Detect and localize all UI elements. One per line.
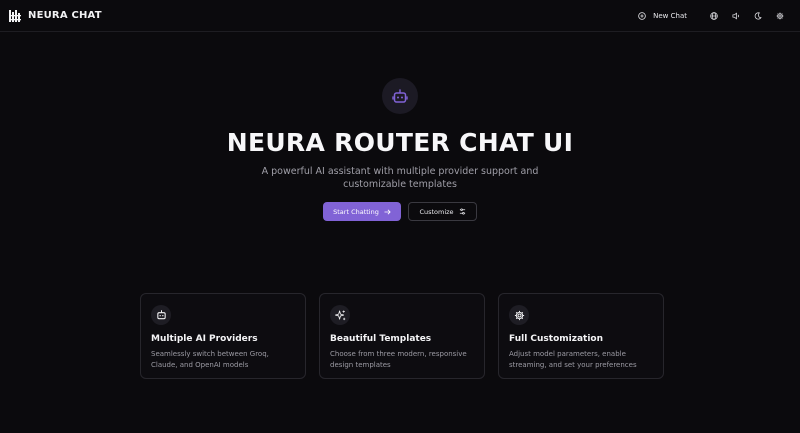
sliders-icon <box>459 208 465 215</box>
feature-icon-wrap <box>509 305 529 325</box>
feature-description: Adjust model parameters, enable streamin… <box>509 350 637 369</box>
language-button[interactable] <box>703 5 725 27</box>
feature-cards: Multiple AI Providers Seamlessly switch … <box>140 293 664 379</box>
customize-label: Customize <box>419 207 454 216</box>
top-actions: New Chat <box>638 5 791 27</box>
gear-icon <box>514 310 524 320</box>
speaker-icon <box>732 11 739 20</box>
top-bar: NEURA CHAT New Chat <box>0 0 800 32</box>
hero-section: NEURA ROUTER CHAT UI A powerful AI assis… <box>0 78 800 221</box>
feature-description: Choose from three modern, responsive des… <box>330 350 467 369</box>
start-chatting-label: Start Chatting <box>333 207 379 216</box>
customize-button[interactable]: Customize <box>408 202 477 221</box>
feature-title: Multiple AI Providers <box>151 334 258 344</box>
brand-name: NEURA CHAT <box>28 10 102 21</box>
sound-button[interactable] <box>725 5 747 27</box>
new-chat-label: New Chat <box>653 11 687 20</box>
arrow-right-icon <box>384 209 391 214</box>
plus-circle-icon <box>638 11 646 20</box>
new-chat-button[interactable]: New Chat <box>638 12 687 20</box>
feature-title: Full Customization <box>509 334 604 344</box>
brain-grid-logo-icon <box>9 9 21 22</box>
robot-avatar <box>382 78 418 114</box>
robot-icon <box>156 310 166 320</box>
page-title: NEURA ROUTER CHAT UI <box>226 128 574 157</box>
gear-icon <box>776 12 784 19</box>
settings-button[interactable] <box>769 5 791 27</box>
theme-toggle-button[interactable] <box>747 5 769 27</box>
moon-icon <box>754 11 762 19</box>
feature-card-providers: Multiple AI Providers Seamlessly switch … <box>140 293 306 379</box>
feature-card-customization: Full Customization Adjust model paramete… <box>498 293 664 379</box>
hero-subtitle: A powerful AI assistant with multiple pr… <box>261 166 539 190</box>
feature-card-templates: Beautiful Templates Choose from three mo… <box>319 293 485 379</box>
feature-icon-wrap <box>330 305 350 325</box>
hero-actions: Start Chatting Customize <box>0 202 800 221</box>
feature-description: Seamlessly switch between Groq, Claude, … <box>151 350 269 369</box>
start-chatting-button[interactable]: Start Chatting <box>323 202 401 221</box>
sparkles-icon <box>334 309 345 320</box>
brand[interactable]: NEURA CHAT <box>9 9 102 22</box>
robot-icon <box>392 88 408 103</box>
feature-title: Beautiful Templates <box>330 334 432 344</box>
feature-icon-wrap <box>151 305 171 325</box>
globe-icon <box>710 11 718 20</box>
